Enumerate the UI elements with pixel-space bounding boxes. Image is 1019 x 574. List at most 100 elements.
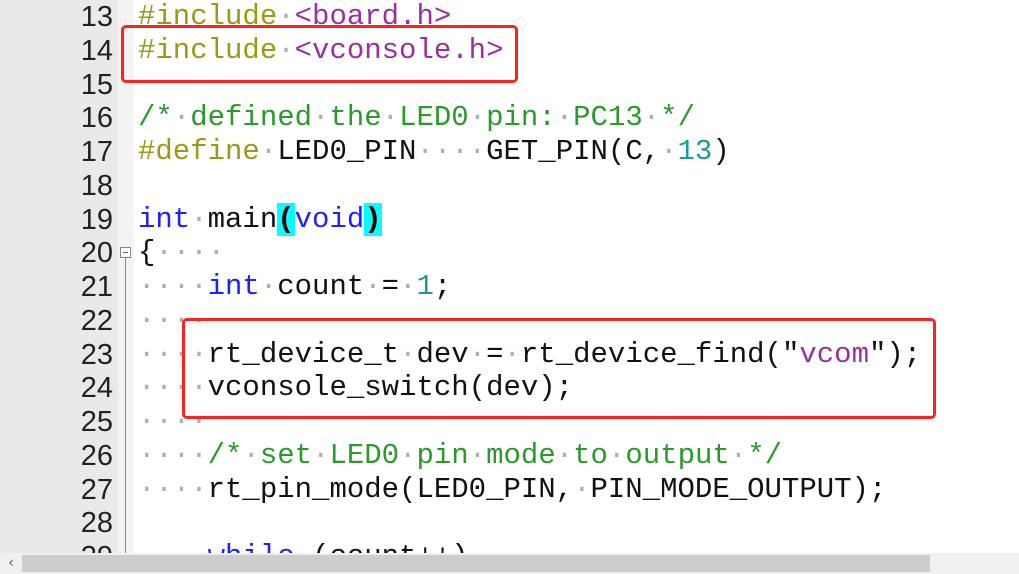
- horizontal-scrollbar[interactable]: ‹: [0, 553, 1019, 574]
- line-number: 26: [80, 439, 113, 472]
- code-token: (: [277, 202, 295, 236]
- code-text: #define·LED0_PIN····GET_PIN(C,·13): [138, 135, 730, 169]
- whitespace-marker: ·: [468, 438, 487, 472]
- line-number: 22: [80, 304, 113, 337]
- line-number: 16: [80, 102, 113, 135]
- code-token: LED0: [399, 101, 469, 135]
- line-number: 17: [80, 136, 113, 168]
- code-token: (count++): [312, 540, 469, 553]
- code-token: 13: [677, 135, 713, 168]
- code-token: int: [138, 202, 191, 236]
- code-text: ····while·(count++): [138, 540, 469, 553]
- code-token: pin:: [486, 101, 556, 135]
- whitespace-marker: ·: [555, 101, 574, 135]
- code-token: while: [208, 540, 295, 553]
- code-token: */: [660, 101, 695, 135]
- code-token: /*: [207, 438, 243, 472]
- code-token: set: [259, 438, 313, 472]
- whitespace-marker: ·: [242, 438, 260, 472]
- line-number: 27: [80, 473, 113, 506]
- code-token: count: [277, 270, 365, 303]
- whitespace-marker: ····: [155, 236, 226, 270]
- code-line[interactable]: 26 ····/*·set·LED0·pin·mode·to·output·*/: [0, 439, 1019, 473]
- code-line[interactable]: 19 int·main(void): [0, 202, 1019, 237]
- line-number: 14: [80, 34, 113, 67]
- code-line[interactable]: 28: [0, 506, 1019, 540]
- code-token: =: [381, 270, 400, 303]
- code-text: int·main(void): [138, 202, 382, 237]
- whitespace-marker: ·: [399, 438, 417, 472]
- whitespace-marker: ·: [312, 438, 330, 472]
- code-text: ····rt_pin_mode(LED0_PIN,·PIN_MODE_OUTPU…: [138, 473, 886, 507]
- code-text: ····/*·set·LED0·pin·mode·to·output·*/: [138, 439, 782, 473]
- code-text: /*·defined·the·LED0·pin:·PC13·*/: [138, 101, 695, 135]
- whitespace-marker: ·: [642, 101, 661, 135]
- line-number: 15: [80, 68, 113, 101]
- whitespace-marker: ·: [660, 135, 678, 168]
- whitespace-marker: ·: [295, 540, 312, 553]
- line-number: 23: [80, 338, 113, 371]
- code-token: ;: [433, 270, 452, 303]
- code-token: pin: [416, 438, 469, 472]
- code-token: rt_pin_mode(LED0_PIN,: [207, 472, 574, 506]
- line-number: 18: [80, 169, 113, 202]
- fold-collapse-icon[interactable]: [120, 247, 131, 259]
- line-number: 19: [80, 203, 113, 236]
- code-token: defined: [190, 101, 313, 135]
- highlight-box-include: [121, 25, 518, 83]
- code-token: ): [364, 202, 382, 236]
- chevron-left-icon[interactable]: ‹: [2, 553, 20, 574]
- whitespace-marker: ·: [172, 101, 191, 135]
- code-text: {····: [138, 236, 225, 270]
- line-number: 20: [80, 237, 113, 270]
- whitespace-marker: ·: [555, 438, 574, 472]
- scrollbar-thumb[interactable]: [22, 555, 930, 572]
- whitespace-marker: ·: [381, 101, 400, 135]
- whitespace-marker: ·: [259, 135, 278, 168]
- code-token: output: [625, 438, 730, 472]
- whitespace-marker: ····: [138, 540, 208, 553]
- whitespace-marker: ·: [364, 270, 382, 303]
- code-token: 1: [416, 270, 434, 303]
- line-number: 29: [0, 540, 113, 553]
- code-line[interactable]: 20 {····: [0, 236, 1019, 270]
- whitespace-marker: ····: [416, 135, 487, 168]
- whitespace-marker: ·: [190, 202, 208, 236]
- highlight-box-vconsole-switch: [182, 318, 936, 419]
- code-line[interactable]: 29 ····while·(count++): [0, 540, 1019, 553]
- code-line[interactable]: 16/*·defined·the·LED0·pin:·PC13·*/: [0, 101, 1019, 135]
- code-line[interactable]: 21 ····int·count·=·1;: [0, 270, 1019, 304]
- code-token: mode: [486, 438, 556, 472]
- line-number: 21: [80, 271, 113, 303]
- whitespace-marker: ·: [259, 270, 278, 303]
- code-token: void: [294, 202, 365, 236]
- code-token: main: [207, 202, 278, 236]
- code-token: LED0: [329, 438, 400, 472]
- code-token: */: [747, 438, 783, 472]
- code-token: int: [207, 270, 260, 303]
- whitespace-marker: ·: [573, 472, 591, 506]
- whitespace-marker: ·: [312, 101, 330, 135]
- fold-guide-line: [125, 258, 126, 553]
- code-token: GET_PIN(C,: [486, 135, 661, 168]
- code-text: ····int·count·=·1;: [138, 270, 451, 304]
- whitespace-marker: ·: [468, 101, 487, 135]
- code-token: LED0_PIN: [277, 135, 417, 168]
- code-line[interactable]: 18: [0, 169, 1019, 203]
- whitespace-marker: ·: [729, 438, 748, 472]
- line-number: 13: [80, 1, 113, 33]
- code-token: {: [138, 236, 156, 270]
- whitespace-marker: ····: [138, 438, 208, 472]
- code-token: the: [329, 101, 382, 135]
- code-token: PC13: [573, 101, 643, 135]
- code-line[interactable]: 27 ····rt_pin_mode(LED0_PIN,·PIN_MODE_OUT…: [0, 473, 1019, 507]
- code-line[interactable]: 17 #define·LED0_PIN····GET_PIN(C,·13): [0, 135, 1019, 169]
- line-number: 28: [80, 507, 113, 540]
- code-token: /*: [138, 101, 173, 135]
- code-token: ): [712, 135, 730, 168]
- whitespace-marker: ····: [138, 472, 208, 506]
- code-token: PIN_MODE_OUTPUT);: [590, 472, 887, 506]
- line-number: 25: [80, 406, 113, 438]
- whitespace-marker: ·: [607, 438, 626, 472]
- line-number: 24: [80, 372, 113, 405]
